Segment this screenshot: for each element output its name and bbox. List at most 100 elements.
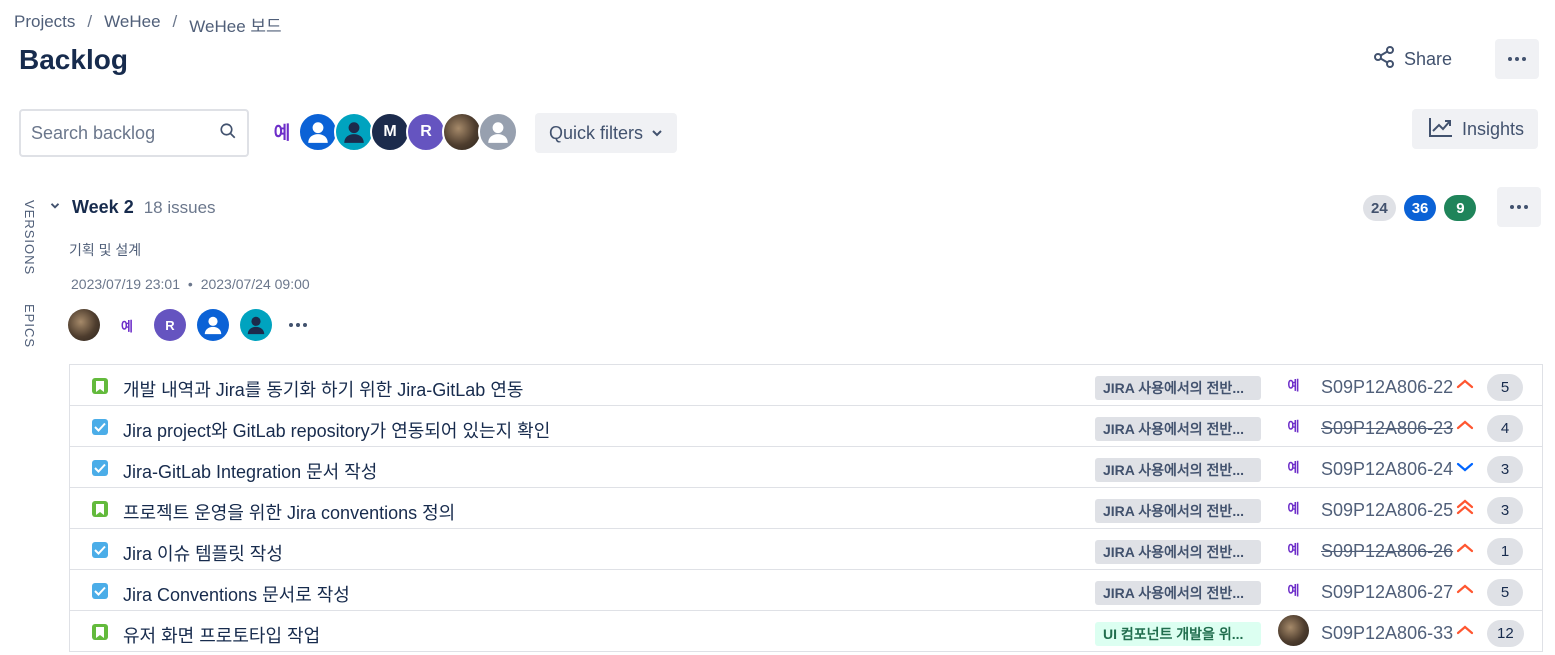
issue-key[interactable]: S09P12A806-23 (1321, 418, 1453, 439)
sprint-status-counts: 24 36 9 (1363, 195, 1477, 221)
epic-lozenge[interactable]: JIRA 사용에서의 전반... (1095, 376, 1261, 400)
share-button[interactable]: Share (1366, 42, 1458, 76)
avatar-filter[interactable] (298, 112, 338, 152)
issue-summary[interactable]: Jira 이슈 템플릿 작성 (123, 540, 283, 566)
sprint-dates: 2023/07/19 23:01 • 2023/07/24 09:00 (71, 276, 310, 292)
avatar[interactable]: R (154, 309, 186, 341)
user-icon (204, 316, 222, 335)
story-points-badge[interactable]: 3 (1487, 497, 1523, 524)
issue-summary[interactable]: Jira Conventions 문서로 작성 (123, 581, 350, 607)
epic-lozenge[interactable]: JIRA 사용에서의 전반... (1095, 458, 1261, 482)
avatar-filter[interactable] (478, 112, 518, 152)
assignee-avatar[interactable]: 예 (1278, 410, 1309, 441)
story-points-badge[interactable]: 3 (1487, 456, 1523, 483)
done-count-badge: 9 (1444, 195, 1477, 221)
avatar-filter[interactable] (334, 112, 374, 152)
priority-high-icon (1454, 621, 1476, 641)
share-icon (1372, 45, 1396, 74)
quick-filters-dropdown[interactable]: Quick filters (535, 113, 678, 153)
story-points-badge[interactable]: 1 (1487, 538, 1523, 565)
sprint-issue-count: 18 issues (143, 197, 216, 217)
breadcrumb-projects[interactable]: Projects (14, 12, 75, 37)
story-points-badge[interactable]: 4 (1487, 415, 1523, 442)
chevron-down-icon[interactable] (48, 198, 62, 217)
priority-low-icon (1454, 457, 1476, 477)
insights-button[interactable]: Insights (1412, 109, 1539, 149)
story-icon (92, 624, 108, 640)
table-row[interactable]: 개발 내역과 Jira를 동기화 하기 위한 Jira-GitLab 연동 JI… (70, 365, 1542, 406)
issue-list: 개발 내역과 Jira를 동기화 하기 위한 Jira-GitLab 연동 JI… (69, 364, 1543, 652)
chevron-down-icon (651, 123, 663, 144)
sprint-goal: 기획 및 설계 (69, 242, 142, 258)
breadcrumb-separator: / (172, 12, 178, 31)
tab-epics[interactable]: EPICS (22, 304, 37, 348)
story-points-badge[interactable]: 12 (1487, 620, 1524, 647)
sprint-more-actions-button[interactable] (1497, 187, 1541, 227)
priority-high-icon (1454, 375, 1476, 395)
todo-count-badge: 24 (1363, 195, 1396, 221)
issue-summary[interactable]: Jira-GitLab Integration 문서 작성 (123, 458, 377, 484)
story-points-badge[interactable]: 5 (1487, 579, 1523, 606)
tab-versions[interactable]: VERSIONS (22, 200, 37, 275)
user-icon (488, 122, 508, 143)
assignee-avatar[interactable]: 예 (1278, 533, 1309, 564)
issue-key[interactable]: S09P12A806-22 (1321, 377, 1453, 398)
issue-key[interactable]: S09P12A806-25 (1321, 500, 1453, 521)
avatar[interactable] (197, 309, 229, 341)
priority-high-icon (1454, 539, 1476, 559)
breadcrumb-separator: / (87, 12, 93, 31)
issue-summary[interactable]: Jira project와 GitLab repository가 연동되어 있는… (123, 417, 550, 443)
epic-lozenge[interactable]: JIRA 사용에서의 전반... (1095, 581, 1261, 605)
table-row[interactable]: Jira-GitLab Integration 문서 작성 JIRA 사용에서의… (70, 447, 1542, 488)
assignee-avatar[interactable]: 예 (1278, 492, 1309, 523)
table-row[interactable]: Jira project와 GitLab repository가 연동되어 있는… (70, 406, 1542, 447)
avatar-filter[interactable]: R (406, 112, 446, 152)
task-icon (92, 419, 108, 435)
assignee-avatar[interactable]: 예 (1278, 574, 1309, 605)
page-more-actions-button[interactable] (1495, 39, 1539, 79)
table-row[interactable]: Jira 이슈 템플릿 작성 JIRA 사용에서의 전반... 예 S09P12… (70, 529, 1542, 570)
search-input[interactable] (31, 122, 219, 144)
more-assignees-icon[interactable] (283, 323, 313, 327)
table-row[interactable]: 프로젝트 운영을 위한 Jira conventions 정의 JIRA 사용에… (70, 488, 1542, 529)
issue-summary[interactable]: 유저 화면 프로토타입 작업 (123, 622, 320, 648)
issue-key[interactable]: S09P12A806-27 (1321, 582, 1453, 603)
sprint-header[interactable]: Week 2 18 issues (48, 197, 216, 218)
search-icon (219, 122, 237, 145)
task-icon (92, 542, 108, 558)
breadcrumb-project[interactable]: WeHee (104, 12, 160, 37)
breadcrumb-board[interactable]: WeHee 보드 (189, 12, 281, 37)
epic-lozenge[interactable]: JIRA 사용에서의 전반... (1095, 417, 1261, 441)
sprint-start-date: 2023/07/19 23:01 (71, 276, 180, 292)
priority-high-icon (1454, 580, 1476, 600)
assignee-avatar[interactable]: 예 (1278, 369, 1309, 400)
story-points-badge[interactable]: 5 (1487, 374, 1523, 401)
user-icon (344, 122, 364, 143)
assignee-avatar[interactable] (1278, 615, 1309, 646)
epic-lozenge[interactable]: UI 컴포넌트 개발을 위... (1095, 622, 1261, 646)
table-row[interactable]: Jira Conventions 문서로 작성 JIRA 사용에서의 전반...… (70, 570, 1542, 611)
epic-lozenge[interactable]: JIRA 사용에서의 전반... (1095, 499, 1261, 523)
issue-summary[interactable]: 개발 내역과 Jira를 동기화 하기 위한 Jira-GitLab 연동 (123, 376, 523, 402)
issue-key[interactable]: S09P12A806-26 (1321, 541, 1453, 562)
sprint-name: Week 2 (72, 197, 134, 217)
avatar[interactable] (68, 309, 100, 341)
story-icon (92, 378, 108, 394)
issue-key[interactable]: S09P12A806-33 (1321, 623, 1453, 644)
chart-trend-icon (1428, 116, 1454, 143)
breadcrumb: Projects / WeHee / WeHee 보드 (14, 12, 282, 37)
assignee-avatar[interactable]: 예 (1278, 451, 1309, 482)
avatar-filter[interactable]: 예 (262, 112, 302, 152)
user-icon (247, 316, 265, 335)
avatar[interactable]: 예 (111, 309, 143, 341)
issue-key[interactable]: S09P12A806-24 (1321, 459, 1453, 480)
avatar-filter[interactable]: M (370, 112, 410, 152)
insights-label: Insights (1462, 118, 1525, 139)
priority-highest-icon (1454, 498, 1476, 518)
issue-summary[interactable]: 프로젝트 운영을 위한 Jira conventions 정의 (123, 499, 455, 525)
epic-lozenge[interactable]: JIRA 사용에서의 전반... (1095, 540, 1261, 564)
avatar-filter[interactable] (442, 112, 482, 152)
avatar[interactable] (240, 309, 272, 341)
table-row[interactable]: 유저 화면 프로토타입 작업 UI 컴포넌트 개발을 위... S09P12A8… (70, 611, 1542, 652)
task-icon (92, 460, 108, 476)
